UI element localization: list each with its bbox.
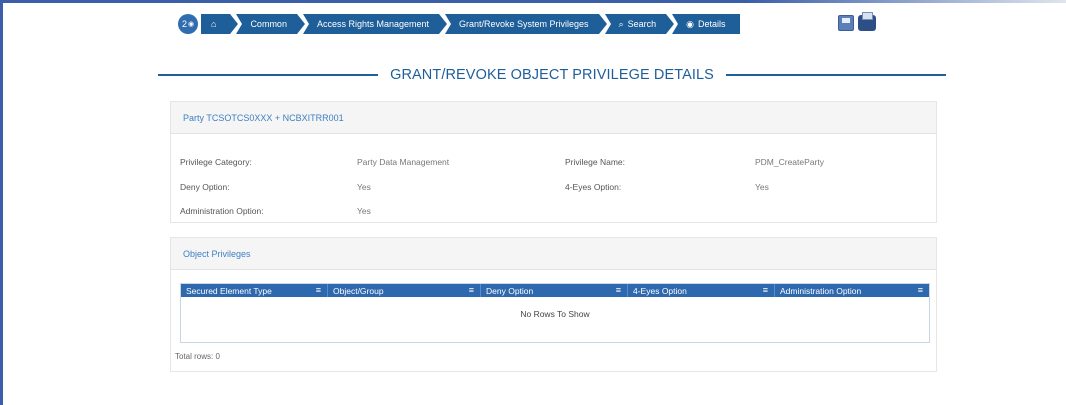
privilege-name-value: PDM_CreateParty bbox=[755, 157, 824, 167]
save-icon[interactable] bbox=[838, 15, 854, 31]
object-privileges-grid: Secured Element Type ≡ Object/Group ≡ Deny… bbox=[180, 283, 930, 343]
column-menu-icon[interactable]: ≡ bbox=[469, 284, 474, 297]
privilege-details: Privilege Category: Party Data Managemen… bbox=[171, 134, 936, 222]
party-panel-header: Party TCSOTCS0XXX + NCBXITRR001 bbox=[171, 102, 936, 134]
home-icon: ⌂ bbox=[211, 19, 217, 29]
column-four-eyes-option[interactable]: 4-Eyes Option ≡ bbox=[628, 284, 775, 297]
breadcrumb-search[interactable]: ⌕ Search bbox=[604, 14, 674, 34]
breadcrumb-home[interactable]: ⌂ bbox=[201, 14, 240, 34]
four-eyes-option-label: 4-Eyes Option: bbox=[565, 182, 622, 192]
breadcrumb-common[interactable]: Common bbox=[236, 14, 305, 34]
column-menu-icon[interactable]: ≡ bbox=[616, 284, 621, 297]
column-menu-icon[interactable]: ≡ bbox=[316, 284, 321, 297]
column-administration-option[interactable]: Administration Option ≡ bbox=[775, 284, 929, 297]
object-privileges-header: Object Privileges bbox=[171, 238, 936, 270]
object-privileges-panel: Object Privileges Secured Element Type ≡ … bbox=[170, 237, 937, 372]
breadcrumb-details[interactable]: ◉ Details bbox=[672, 14, 740, 34]
column-object-group[interactable]: Object/Group ≡ bbox=[328, 284, 481, 297]
grid-empty-message: No Rows To Show bbox=[520, 309, 590, 319]
administration-option-value: Yes bbox=[357, 206, 371, 216]
breadcrumb-grant-revoke-system-privileges[interactable]: Grant/Revoke System Privileges bbox=[445, 14, 607, 34]
history-count-badge[interactable]: 2 ◉ bbox=[178, 14, 198, 34]
toolbar bbox=[838, 12, 876, 31]
print-icon[interactable] bbox=[858, 12, 876, 31]
search-icon: ⌕ bbox=[618, 18, 624, 29]
privilege-category-value: Party Data Management bbox=[357, 157, 450, 167]
eye-icon: ◉ bbox=[187, 21, 195, 28]
deny-option-label: Deny Option: bbox=[180, 182, 230, 192]
privilege-category-label: Privilege Category: bbox=[180, 157, 252, 167]
deny-option-value: Yes bbox=[357, 182, 371, 192]
top-border bbox=[0, 0, 1066, 3]
administration-option-label: Administration Option: bbox=[180, 206, 264, 216]
title-divider-right bbox=[725, 74, 947, 76]
four-eyes-option-value: Yes bbox=[755, 182, 769, 192]
grid-header-row: Secured Element Type ≡ Object/Group ≡ Deny… bbox=[181, 284, 929, 297]
column-menu-icon[interactable]: ≡ bbox=[918, 284, 923, 297]
breadcrumb-access-rights-management[interactable]: Access Rights Management bbox=[302, 14, 448, 34]
column-secured-element-type[interactable]: Secured Element Type ≡ bbox=[181, 284, 328, 297]
column-menu-icon[interactable]: ≡ bbox=[763, 284, 768, 297]
eye-icon: ◉ bbox=[686, 18, 694, 29]
total-rows-label: Total rows: 0 bbox=[175, 352, 220, 361]
column-deny-option[interactable]: Deny Option ≡ bbox=[481, 284, 628, 297]
page-title-bar: GRANT/REVOKE OBJECT PRIVILEGE DETAILS bbox=[158, 66, 947, 84]
party-panel: Party TCSOTCS0XXX + NCBXITRR001 Privileg… bbox=[170, 101, 937, 223]
privilege-name-label: Privilege Name: bbox=[565, 157, 625, 167]
title-divider-left bbox=[158, 74, 379, 76]
page-title: GRANT/REVOKE OBJECT PRIVILEGE DETAILS bbox=[390, 67, 714, 83]
breadcrumb: 2 ◉ ⌂ Common Access Rights Management Gra… bbox=[178, 14, 746, 34]
